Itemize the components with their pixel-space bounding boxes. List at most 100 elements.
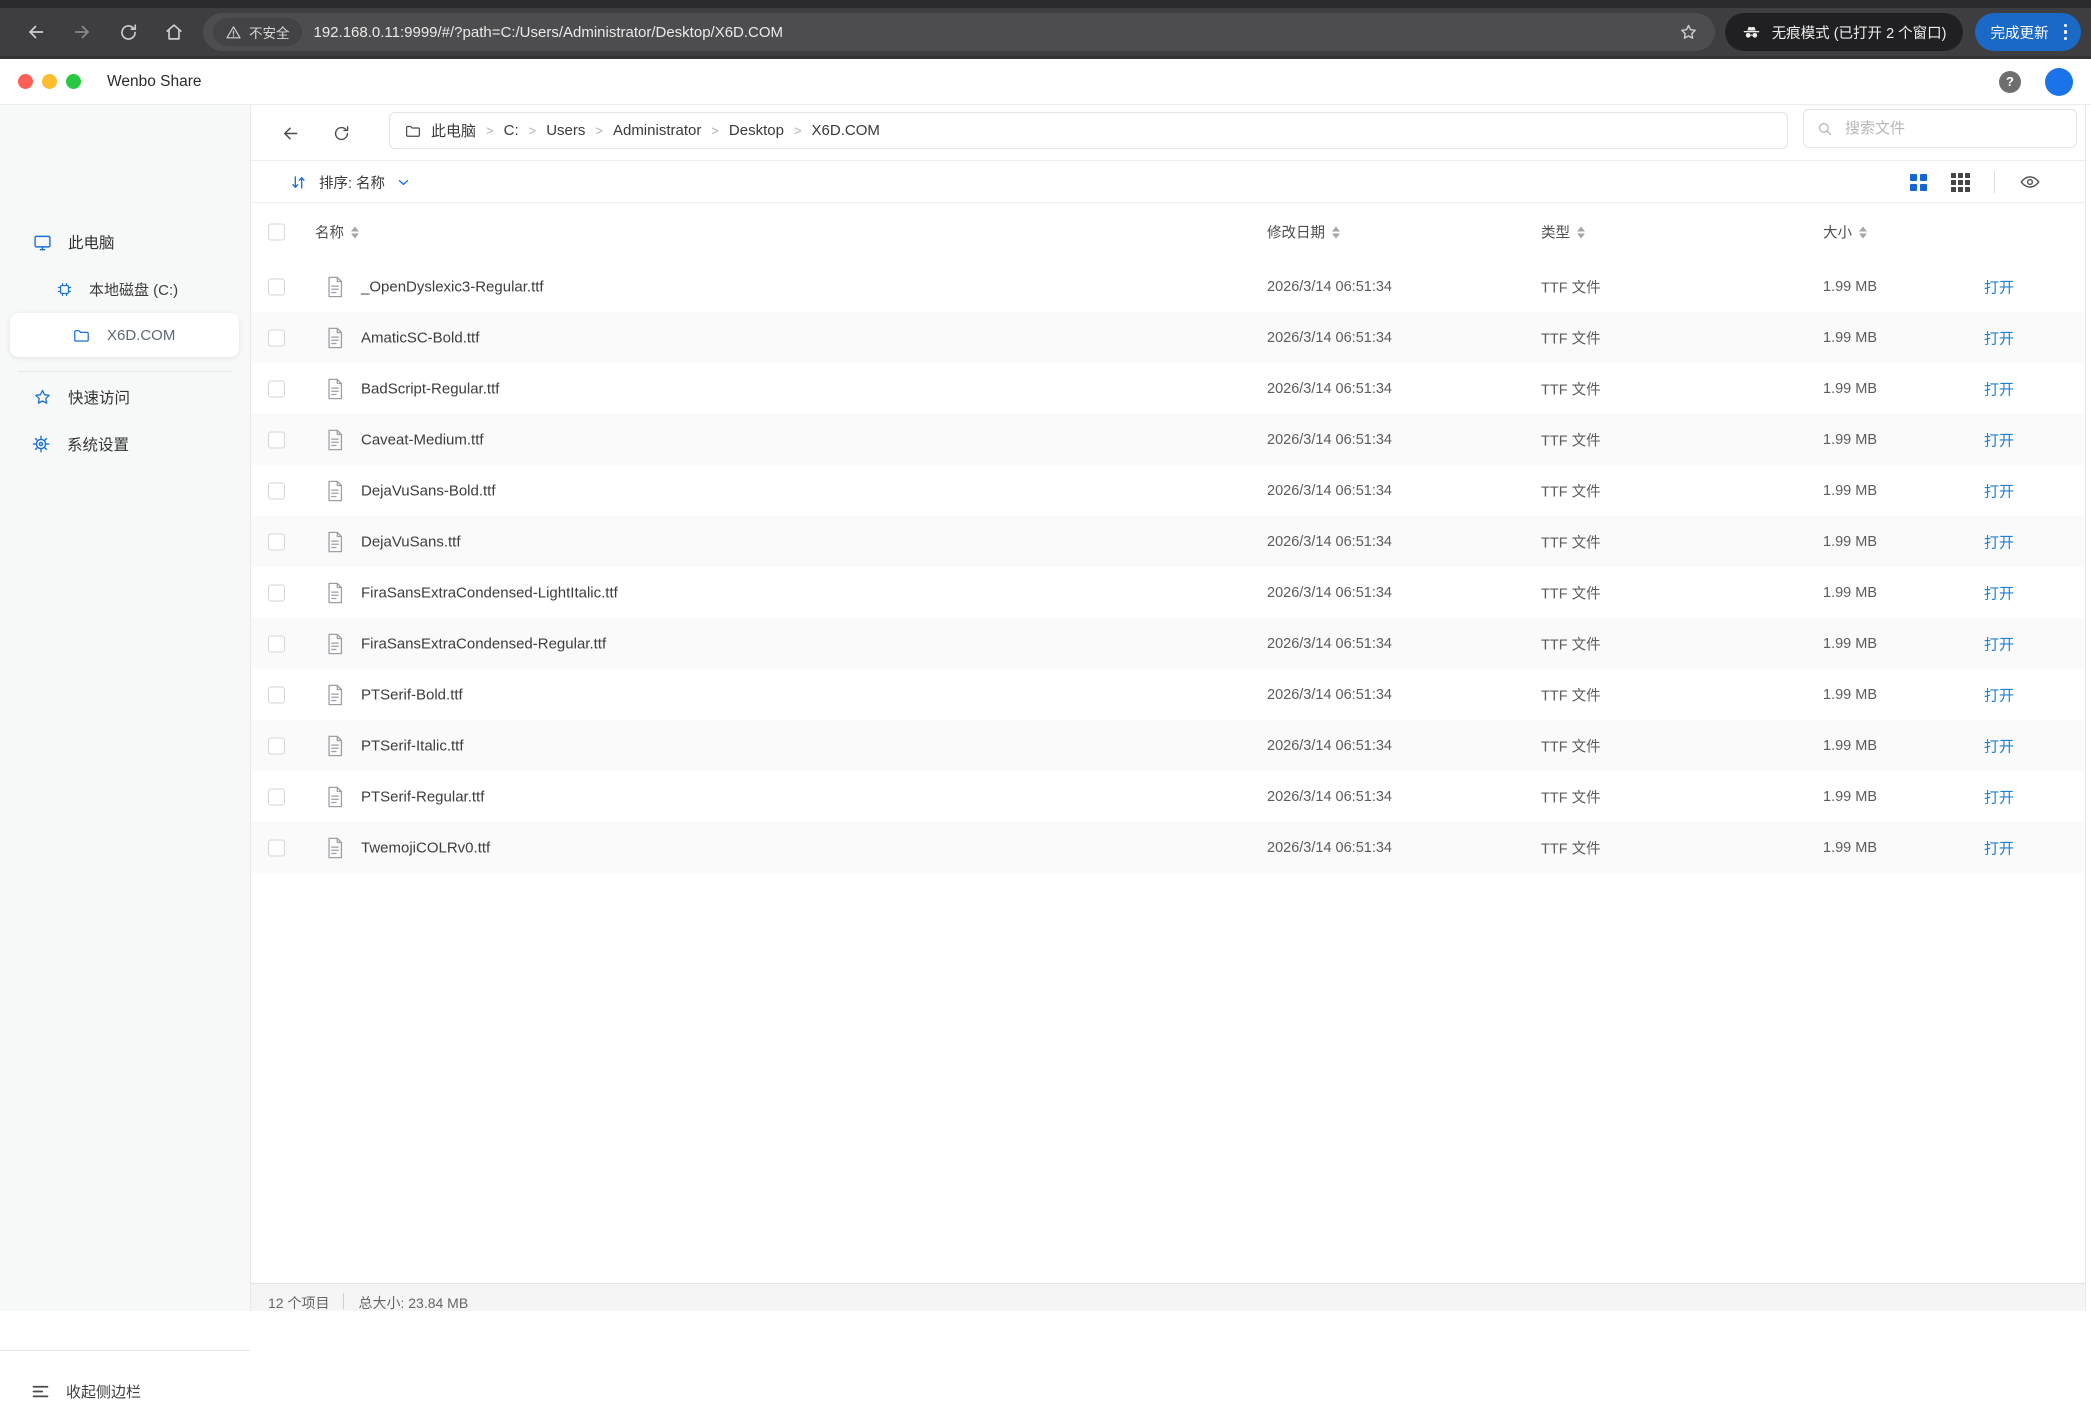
open-file-link[interactable]: 打开 <box>1984 429 2014 450</box>
navigate-back-button[interactable] <box>273 116 307 150</box>
forward-arrow-icon <box>71 21 93 43</box>
file-type: TTF 文件 <box>1541 633 1601 654</box>
large-grid-view-button[interactable] <box>1910 174 1927 191</box>
table-row[interactable]: _OpenDyslexic3-Regular.ttf 2026/3/14 06:… <box>251 261 2085 312</box>
browser-reload-button[interactable] <box>105 10 151 54</box>
table-row[interactable]: TwemojiCOLRv0.ttf 2026/3/14 06:51:34 TTF… <box>251 822 2085 873</box>
row-checkbox[interactable] <box>268 533 285 550</box>
search-input[interactable] <box>1843 119 2064 138</box>
browser-menu-icon[interactable] <box>2058 24 2074 41</box>
sidebar-item-local-disk-c[interactable]: 本地磁盘 (C:) <box>0 269 242 309</box>
file-size: 1.99 MB <box>1823 483 1877 499</box>
row-checkbox[interactable] <box>268 686 285 703</box>
browser-home-button[interactable] <box>151 10 197 54</box>
status-bar: 12 个项目 总大小: 23.84 MB <box>251 1283 2085 1311</box>
breadcrumb-segment[interactable]: 此电脑 <box>431 120 476 141</box>
file-name: PTSerif-Regular.ttf <box>361 788 484 805</box>
row-checkbox[interactable] <box>268 737 285 754</box>
refresh-button[interactable] <box>324 116 358 150</box>
row-checkbox[interactable] <box>268 635 285 652</box>
file-name: DejaVuSans-Bold.ttf <box>361 482 496 499</box>
table-row[interactable]: PTSerif-Regular.ttf 2026/3/14 06:51:34 T… <box>251 771 2085 822</box>
open-file-link[interactable]: 打开 <box>1984 735 2014 756</box>
url-text[interactable]: 192.168.0.11:9999/#/?path=C:/Users/Admin… <box>314 24 1670 41</box>
sidebar-item-quick-access[interactable]: 快速访问 <box>0 377 242 417</box>
file-size: 1.99 MB <box>1823 279 1877 295</box>
search-icon <box>1816 120 1834 138</box>
file-document-icon <box>324 785 346 809</box>
star-icon <box>32 387 53 408</box>
breadcrumb-separator: > <box>594 123 604 138</box>
address-bar[interactable]: 不安全 192.168.0.11:9999/#/?path=C:/Users/A… <box>203 13 1715 51</box>
open-file-link[interactable]: 打开 <box>1984 531 2014 552</box>
small-grid-view-button[interactable] <box>1951 173 1970 192</box>
table-row[interactable]: BadScript-Regular.ttf 2026/3/14 06:51:34… <box>251 363 2085 414</box>
help-button[interactable]: ? <box>1999 71 2021 93</box>
collapse-sidebar-button[interactable]: 收起侧边栏 <box>0 1371 242 1411</box>
open-file-link[interactable]: 打开 <box>1984 684 2014 705</box>
column-header-date[interactable]: 修改日期 <box>1267 222 1340 243</box>
file-modified-date: 2026/3/14 06:51:34 <box>1267 585 1392 601</box>
row-checkbox[interactable] <box>268 380 285 397</box>
breadcrumb-segment[interactable]: Administrator <box>613 122 701 139</box>
finish-update-button[interactable]: 完成更新 <box>1975 13 2082 51</box>
table-row[interactable]: AmaticSC-Bold.ttf 2026/3/14 06:51:34 TTF… <box>251 312 2085 363</box>
avatar[interactable] <box>2045 68 2073 96</box>
table-row[interactable]: FiraSansExtraCondensed-LightItalic.ttf 2… <box>251 567 2085 618</box>
view-options <box>1910 161 2041 203</box>
sidebar-item-label: 快速访问 <box>68 386 130 408</box>
browser-back-button[interactable] <box>13 10 59 54</box>
file-type: TTF 文件 <box>1541 837 1601 858</box>
maximize-window-button[interactable] <box>66 74 81 89</box>
breadcrumb-segment[interactable]: X6D.COM <box>812 122 880 139</box>
browser-forward-button[interactable] <box>59 10 105 54</box>
home-icon <box>163 21 185 43</box>
sidebar-item-label: 此电脑 <box>68 231 115 253</box>
breadcrumb-separator: > <box>710 123 720 138</box>
breadcrumb[interactable]: 此电脑>C:>Users>Administrator>Desktop>X6D.C… <box>389 112 1788 149</box>
table-row[interactable]: PTSerif-Italic.ttf 2026/3/14 06:51:34 TT… <box>251 720 2085 771</box>
sidebar-item-this-pc[interactable]: 此电脑 <box>0 222 242 262</box>
select-all-checkbox[interactable] <box>268 224 285 241</box>
close-window-button[interactable] <box>18 74 33 89</box>
file-type: TTF 文件 <box>1541 684 1601 705</box>
open-file-link[interactable]: 打开 <box>1984 837 2014 858</box>
security-warning-chip[interactable]: 不安全 <box>213 18 302 46</box>
breadcrumb-segment[interactable]: C: <box>504 122 519 139</box>
open-file-link[interactable]: 打开 <box>1984 480 2014 501</box>
minimize-window-button[interactable] <box>42 74 57 89</box>
open-file-link[interactable]: 打开 <box>1984 276 2014 297</box>
row-checkbox[interactable] <box>268 329 285 346</box>
row-checkbox[interactable] <box>268 278 285 295</box>
help-icon: ? <box>2006 74 2014 89</box>
search-box[interactable] <box>1803 109 2077 148</box>
table-row[interactable]: DejaVuSans.ttf 2026/3/14 06:51:34 TTF 文件… <box>251 516 2085 567</box>
table-row[interactable]: PTSerif-Bold.ttf 2026/3/14 06:51:34 TTF … <box>251 669 2085 720</box>
bookmark-button[interactable] <box>1678 22 1699 43</box>
incognito-badge[interactable]: 无痕模式 (已打开 2 个窗口) <box>1725 13 1963 51</box>
sidebar-item-system-settings[interactable]: 系统设置 <box>0 424 242 464</box>
open-file-link[interactable]: 打开 <box>1984 633 2014 654</box>
breadcrumb-segment[interactable]: Desktop <box>729 122 784 139</box>
column-header-type[interactable]: 类型 <box>1541 222 1585 243</box>
breadcrumb-segment[interactable]: Users <box>546 122 585 139</box>
row-checkbox[interactable] <box>268 788 285 805</box>
column-header-size[interactable]: 大小 <box>1823 222 1867 243</box>
file-size: 1.99 MB <box>1823 687 1877 703</box>
open-file-link[interactable]: 打开 <box>1984 378 2014 399</box>
row-checkbox[interactable] <box>268 431 285 448</box>
sort-dropdown[interactable]: 排序: 名称 <box>289 161 411 203</box>
open-file-link[interactable]: 打开 <box>1984 582 2014 603</box>
open-file-link[interactable]: 打开 <box>1984 327 2014 348</box>
open-file-link[interactable]: 打开 <box>1984 786 2014 807</box>
eye-icon[interactable] <box>2019 171 2041 193</box>
table-row[interactable]: DejaVuSans-Bold.ttf 2026/3/14 06:51:34 T… <box>251 465 2085 516</box>
row-checkbox[interactable] <box>268 839 285 856</box>
file-name: _OpenDyslexic3-Regular.ttf <box>361 278 544 295</box>
sidebar-item-x6d-com-selected[interactable]: X6D.COM <box>10 313 239 357</box>
table-row[interactable]: Caveat-Medium.ttf 2026/3/14 06:51:34 TTF… <box>251 414 2085 465</box>
table-row[interactable]: FiraSansExtraCondensed-Regular.ttf 2026/… <box>251 618 2085 669</box>
row-checkbox[interactable] <box>268 482 285 499</box>
row-checkbox[interactable] <box>268 584 285 601</box>
column-header-name[interactable]: 名称 <box>315 222 359 243</box>
